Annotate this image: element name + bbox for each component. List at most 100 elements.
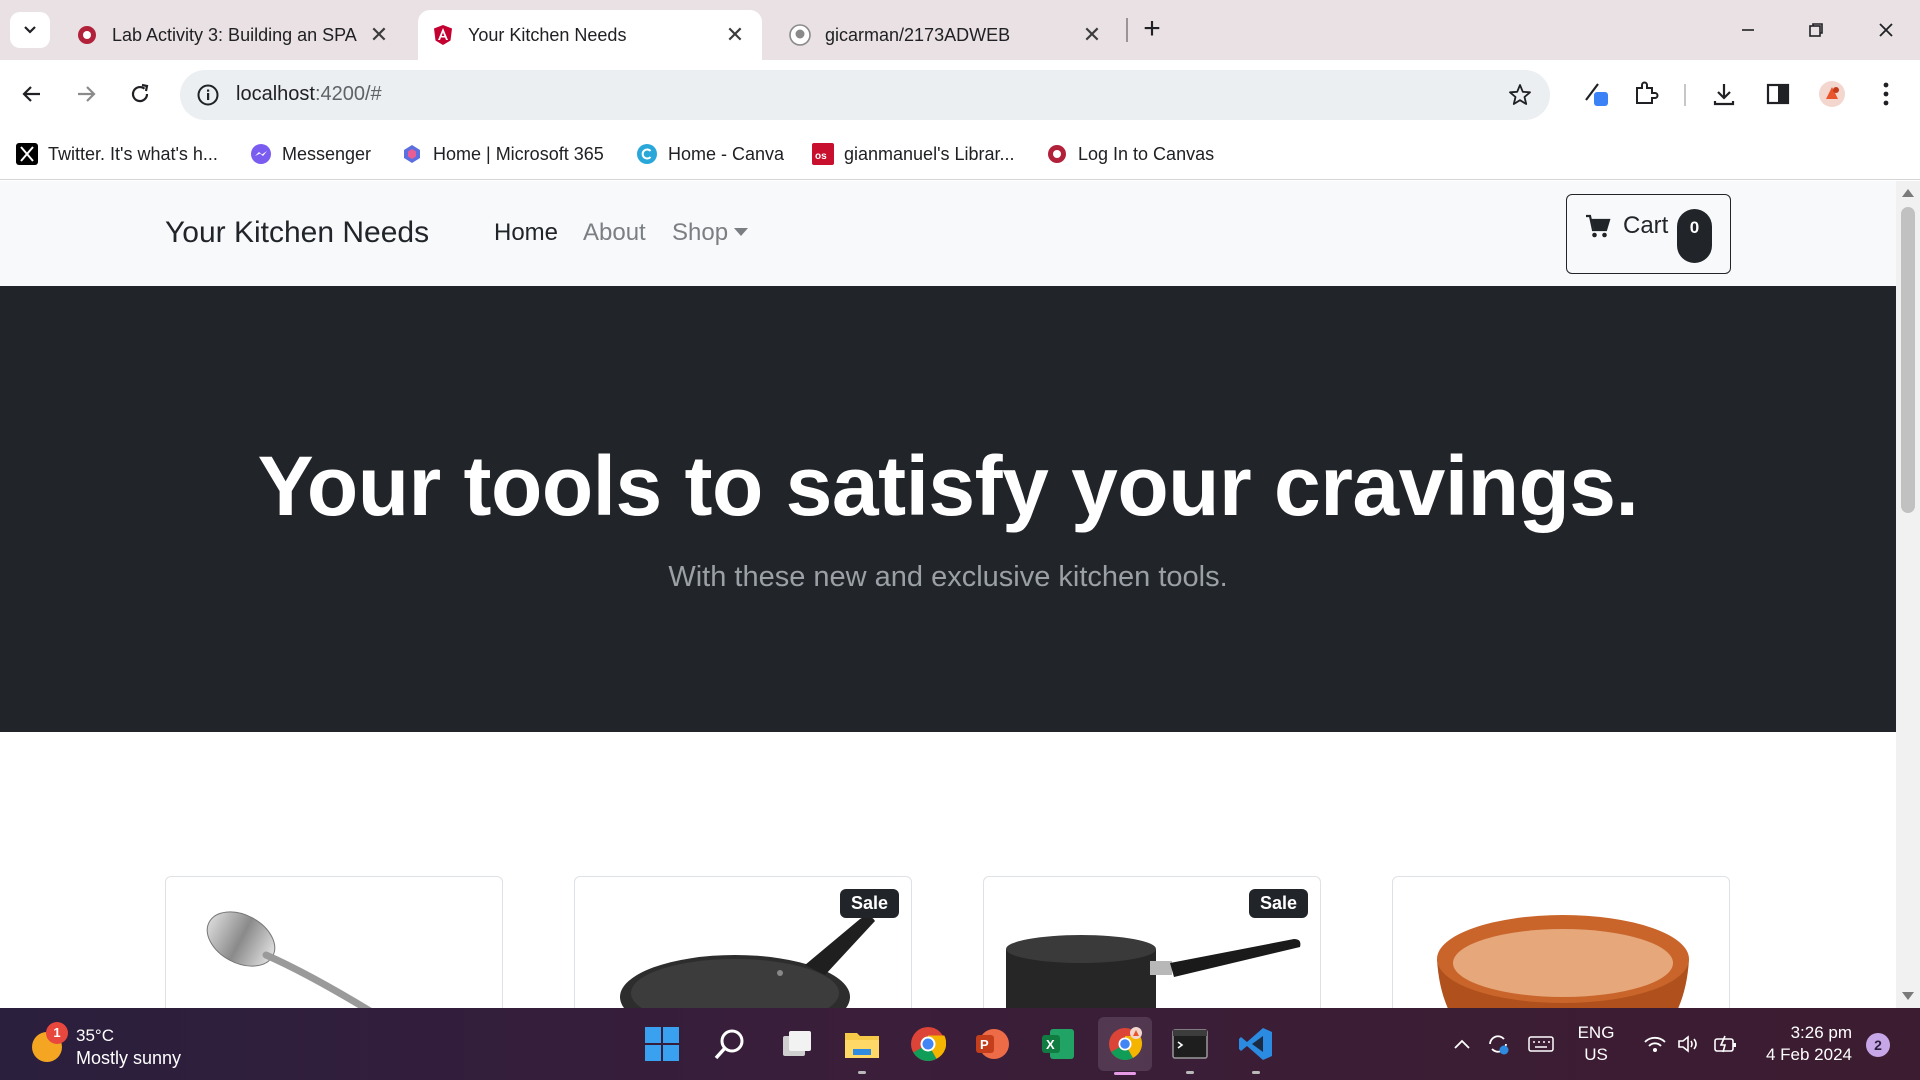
product-card[interactable]	[1392, 876, 1730, 1008]
tab-search-button[interactable]	[10, 12, 50, 48]
bookmark-twitter[interactable]: Twitter. It's what's h...	[16, 141, 218, 167]
svg-text:P: P	[980, 1037, 989, 1052]
notification-count-badge[interactable]: 2	[1866, 1033, 1890, 1057]
bookmark-messenger[interactable]: Messenger	[250, 141, 371, 167]
product-card[interactable]: Sale	[983, 876, 1321, 1008]
library-icon: os	[812, 143, 834, 165]
weather-condition: Mostly sunny	[76, 1048, 182, 1068]
canvas-favicon-icon	[76, 24, 98, 46]
svg-text:os: os	[815, 151, 827, 162]
chrome-icon	[911, 1027, 946, 1061]
close-tab-icon[interactable]: ✕	[1079, 22, 1105, 48]
vscode-button[interactable]	[1234, 1022, 1278, 1074]
nav-home[interactable]: Home	[494, 219, 558, 247]
terminal-icon	[1172, 1029, 1208, 1059]
page-viewport: Your Kitchen Needs Home About Shop Cart …	[0, 181, 1896, 1008]
system-clock[interactable]: 3:26 pm 4 Feb 2024	[1752, 1022, 1852, 1066]
new-tab-button[interactable]: +	[1136, 14, 1168, 46]
tab-title: gicarman/2173ADWEB	[825, 24, 1011, 45]
scrollbar-thumb[interactable]	[1901, 207, 1915, 513]
restore-button[interactable]	[1796, 12, 1836, 48]
terminal-button[interactable]	[1168, 1022, 1212, 1074]
back-button[interactable]	[14, 76, 50, 112]
close-tab-icon[interactable]: ✕	[366, 22, 392, 48]
messenger-icon	[250, 143, 272, 165]
chevron-up-icon	[1454, 1039, 1470, 1049]
bookmark-canva[interactable]: Home - Canva	[636, 141, 784, 167]
scroll-down-icon[interactable]	[1902, 992, 1914, 1000]
chrome-button[interactable]	[906, 1022, 950, 1066]
show-hidden-icons-button[interactable]	[1448, 1008, 1476, 1080]
folder-icon	[845, 1033, 879, 1058]
tab-your-kitchen-needs[interactable]: Your Kitchen Needs ✕	[418, 10, 762, 60]
bowl-image	[1437, 915, 1689, 1008]
scroll-up-icon[interactable]	[1902, 189, 1914, 197]
angular-favicon-icon	[432, 24, 454, 46]
wifi-icon	[1644, 1036, 1666, 1052]
sale-badge: Sale	[1248, 889, 1308, 918]
site-info-icon[interactable]	[194, 81, 222, 109]
nav-about[interactable]: About	[583, 219, 646, 247]
bookmark-library[interactable]: os gianmanuel's Librar...	[812, 141, 1015, 167]
browser-menu-icon[interactable]	[1868, 76, 1904, 112]
excel-icon: X	[1042, 1029, 1074, 1059]
microsoft-365-icon	[401, 143, 423, 165]
bookmark-microsoft-365[interactable]: Home | Microsoft 365	[401, 141, 604, 167]
nav-shop-dropdown[interactable]: Shop	[672, 219, 749, 247]
restore-icon	[1809, 23, 1823, 37]
search-button[interactable]	[708, 1022, 752, 1066]
url-text: localhost:4200/#	[236, 83, 382, 105]
side-panel-icon[interactable]	[1760, 76, 1796, 112]
file-explorer-button[interactable]	[840, 1022, 884, 1074]
svg-text:X: X	[1046, 1037, 1055, 1052]
battery-charging-icon	[1714, 1035, 1736, 1053]
toolbar-separator	[1684, 84, 1686, 106]
weather-widget[interactable]: 1 35°C Mostly sunny	[28, 1022, 228, 1068]
tab-github[interactable]: gicarman/2173ADWEB ✕	[775, 10, 1119, 60]
tab-divider	[1126, 18, 1128, 42]
profile-avatar-icon[interactable]	[1814, 76, 1850, 112]
x-logo-icon	[16, 143, 38, 165]
minimize-button[interactable]	[1728, 12, 1768, 48]
bookmark-star-icon[interactable]	[1506, 81, 1534, 109]
downloads-icon[interactable]	[1706, 76, 1742, 112]
github-favicon-icon	[789, 24, 811, 46]
start-button[interactable]	[640, 1022, 684, 1066]
close-window-button[interactable]	[1866, 12, 1906, 48]
product-card[interactable]	[165, 876, 503, 1008]
powerpoint-button[interactable]: P	[970, 1022, 1014, 1066]
extensions-puzzle-icon[interactable]	[1628, 76, 1664, 112]
reload-button[interactable]	[122, 76, 158, 112]
chrome-profile-icon	[1109, 1027, 1143, 1061]
hero-title: Your tools to satisfy your cravings.	[257, 439, 1639, 533]
chrome-profile-button[interactable]	[1098, 1017, 1152, 1075]
site-navbar: Your Kitchen Needs Home About Shop Cart …	[0, 181, 1896, 286]
vscode-icon	[1239, 1028, 1272, 1060]
sync-tray-button[interactable]	[1482, 1008, 1514, 1080]
forward-button[interactable]	[68, 76, 104, 112]
cart-button[interactable]: Cart 0	[1566, 194, 1731, 274]
battery-tray-button[interactable]	[1708, 1008, 1742, 1080]
keyboard-tray-button[interactable]	[1524, 1008, 1558, 1080]
task-view-button[interactable]	[775, 1022, 819, 1066]
bookmark-canvas[interactable]: Log In to Canvas	[1046, 141, 1214, 167]
site-brand[interactable]: Your Kitchen Needs	[165, 216, 429, 250]
chevron-down-icon	[24, 26, 36, 34]
product-card[interactable]: Sale	[574, 876, 912, 1008]
minimize-icon	[1742, 29, 1754, 31]
extension-paint-icon[interactable]	[1578, 76, 1614, 112]
bookmarks-bar: Twitter. It's what's h... Messenger Home…	[0, 128, 1920, 180]
canvas-icon	[1046, 143, 1068, 165]
browser-toolbar: localhost:4200/#	[0, 60, 1920, 128]
weather-temp: 35°C	[76, 1026, 114, 1045]
close-tab-icon[interactable]: ✕	[722, 22, 748, 48]
page-scrollbar[interactable]	[1896, 181, 1920, 1008]
volume-tray-button[interactable]	[1674, 1008, 1704, 1080]
input-language[interactable]: ENG US	[1572, 1022, 1620, 1066]
tab-lab-activity[interactable]: Lab Activity 3: Building an SPA f ✕	[62, 10, 406, 60]
excel-button[interactable]: X	[1036, 1022, 1080, 1066]
address-bar[interactable]: localhost:4200/#	[180, 70, 1550, 120]
tab-strip: Lab Activity 3: Building an SPA f ✕ Your…	[0, 0, 1920, 60]
spoon-image	[206, 911, 372, 1008]
wifi-tray-button[interactable]	[1640, 1008, 1670, 1080]
